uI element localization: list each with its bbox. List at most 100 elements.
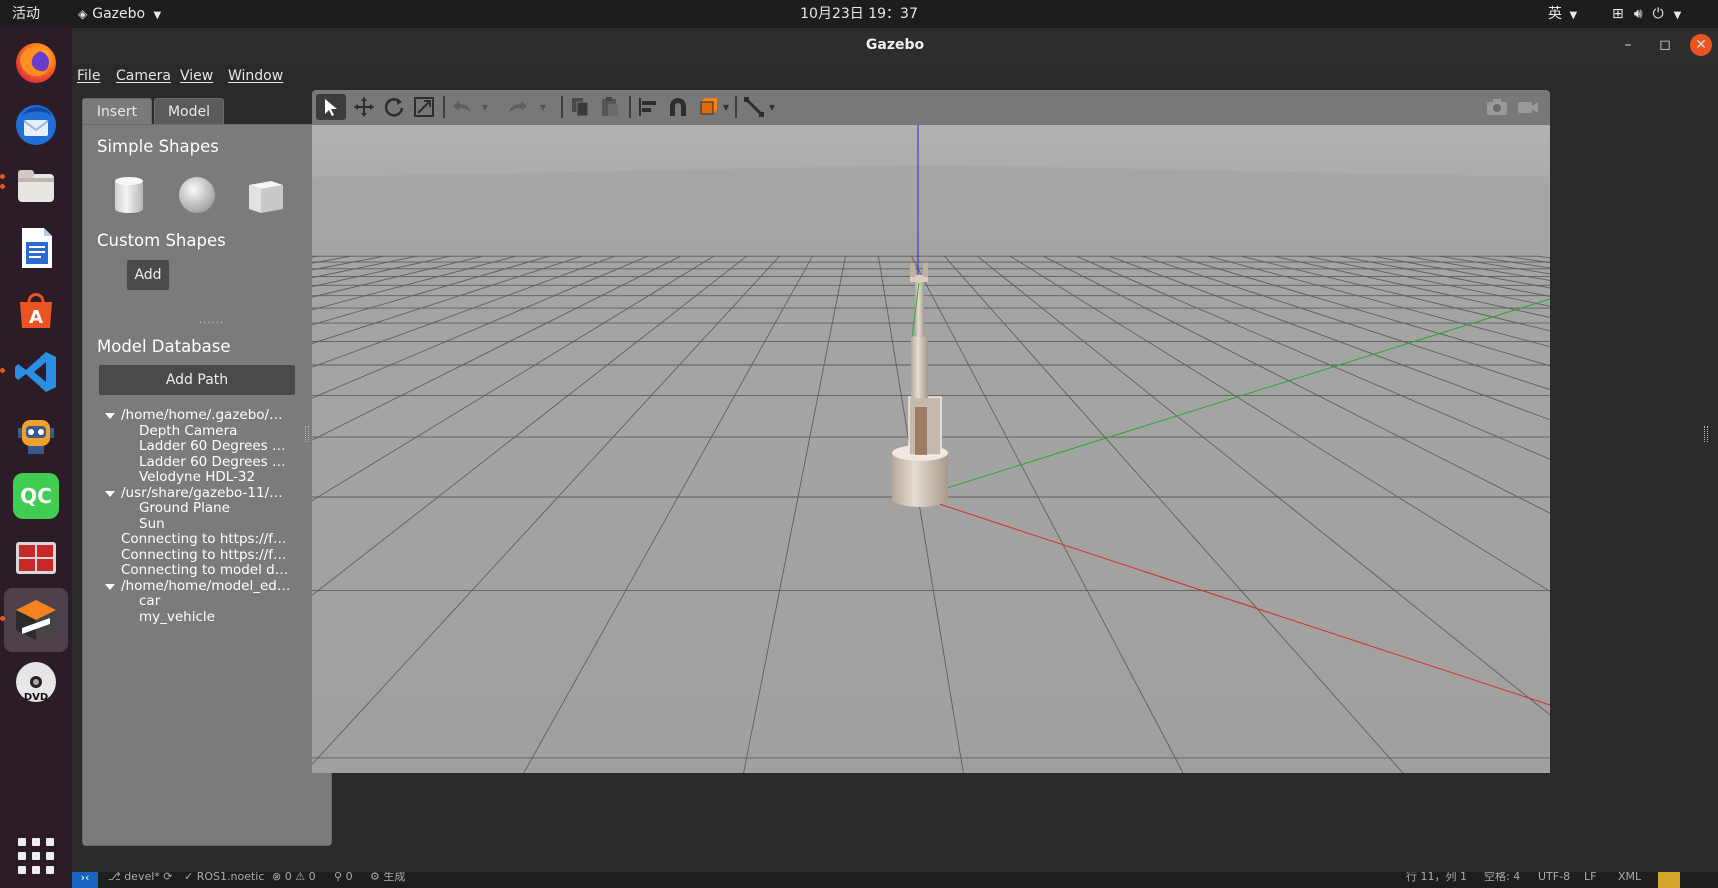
dock-qt-creator[interactable]: QC — [4, 464, 68, 528]
robot-base-cylinder — [892, 453, 948, 507]
clock[interactable]: 10月23日 19：37 — [800, 6, 918, 22]
tab-insert[interactable]: Insert — [82, 98, 152, 126]
grid-dot-icon — [32, 838, 40, 846]
expand-arrow-icon[interactable] — [105, 491, 115, 497]
add-path-button[interactable]: Add Path — [99, 365, 295, 395]
undo-button[interactable] — [448, 94, 476, 120]
grid-dot-icon — [18, 838, 26, 846]
toolbar-separator — [561, 96, 563, 118]
cursor-position[interactable]: 行 11，列 1 — [1406, 872, 1467, 882]
add-custom-shape-button[interactable]: Add — [127, 260, 169, 290]
app-menu[interactable]: ◈ Gazebo ▼ — [78, 0, 161, 28]
menu-camera[interactable]: Camera — [116, 63, 171, 90]
align-icon — [639, 98, 656, 116]
undo-dropdown[interactable]: ▼ — [478, 94, 492, 120]
tab-model[interactable]: Model — [154, 98, 224, 126]
scale-mode-button[interactable] — [410, 94, 438, 120]
panel-splitter[interactable]: ...... — [199, 315, 224, 326]
tree-item[interactable]: Ground Plane — [139, 500, 291, 517]
tree-item[interactable]: my_vehicle — [139, 609, 291, 626]
robot-gripper-right — [923, 263, 928, 277]
copy-button[interactable] — [566, 94, 594, 120]
system-tray[interactable]: ⊞🔊︎⏻▼ — [1612, 0, 1681, 28]
tree-item[interactable]: Ladder 60 Degrees 0 Rails — [139, 438, 291, 455]
scene-canvas[interactable] — [312, 125, 1550, 773]
app-center-icon: A — [20, 293, 52, 328]
grid-dot-icon — [32, 866, 40, 874]
render-viewport[interactable] — [312, 125, 1550, 773]
encoding[interactable]: UTF-8 — [1538, 872, 1570, 882]
shape-cylinder[interactable] — [109, 175, 149, 215]
rotate-mode-button[interactable] — [380, 94, 408, 120]
dock-files[interactable] — [4, 154, 68, 218]
align-button[interactable] — [634, 94, 662, 120]
dock-terminal-app[interactable] — [4, 526, 68, 590]
chevron-down-icon: ▼ — [1569, 10, 1578, 21]
terminal-app-icon — [16, 542, 56, 574]
right-splitter-handle[interactable] — [1704, 426, 1708, 442]
show-applications-button[interactable] — [16, 836, 56, 876]
indentation[interactable]: 空格: 4 — [1484, 872, 1520, 882]
dock-app-center[interactable]: A — [4, 278, 68, 342]
view-angle-dropdown[interactable]: ▼ — [720, 94, 732, 120]
tree-item[interactable]: car — [139, 593, 291, 610]
maximize-button[interactable]: ◻ — [1654, 34, 1676, 56]
window-titlebar[interactable]: Gazebo – ◻ ✕ — [72, 28, 1718, 63]
snap-button[interactable] — [664, 94, 692, 120]
minimize-button[interactable]: – — [1617, 34, 1639, 56]
tree-folder[interactable]: /home/home/.gazebo/models — [121, 407, 291, 424]
ros-status[interactable]: ✓ ROS1.noetic — [184, 872, 264, 882]
dock-firefox[interactable] — [4, 30, 68, 94]
dock-gazebo[interactable] — [4, 588, 68, 652]
left-panel: Insert Model Simple Shapes Custom Shapes… — [82, 98, 332, 846]
shape-box[interactable] — [245, 175, 285, 215]
dock-dvd[interactable]: DVD — [4, 650, 68, 714]
expand-arrow-icon[interactable] — [105, 413, 115, 419]
ruler-icon — [744, 97, 764, 117]
activities-button[interactable]: 活动 — [12, 0, 40, 28]
line-ending[interactable]: LF — [1584, 872, 1596, 882]
shape-sphere[interactable] — [177, 175, 217, 215]
measure-button[interactable] — [740, 94, 768, 120]
copy-icon — [572, 98, 589, 117]
redo-button[interactable] — [504, 94, 532, 120]
sphere-icon — [179, 177, 215, 213]
record-video-button[interactable] — [1513, 94, 1543, 120]
select-mode-button[interactable] — [316, 94, 346, 120]
dock-thunderbird[interactable] — [4, 92, 68, 156]
gazebo-small-icon: ◈ — [78, 7, 88, 21]
language-mode[interactable]: XML — [1618, 872, 1641, 882]
paste-button[interactable] — [596, 94, 624, 120]
tree-item[interactable]: Velodyne HDL-32 — [139, 469, 291, 486]
left-splitter-handle[interactable] — [305, 426, 309, 442]
screenshot-button[interactable] — [1483, 94, 1511, 120]
view-angle-button[interactable] — [694, 94, 722, 120]
menu-window[interactable]: Window — [228, 63, 283, 90]
insert-panel: Simple Shapes Custom Shapes Add ...... M… — [82, 124, 332, 846]
close-button[interactable]: ✕ — [1690, 34, 1712, 56]
robot-gripper-left — [910, 263, 915, 277]
problems-count[interactable]: ⊗ 0 ⚠ 0 — [272, 872, 316, 882]
redo-dropdown[interactable]: ▼ — [536, 94, 550, 120]
measure-dropdown[interactable]: ▼ — [766, 94, 778, 120]
view-angle-icon — [700, 98, 717, 115]
notification-badge[interactable] — [1658, 872, 1680, 888]
dock-writer[interactable] — [4, 216, 68, 280]
dock-ros-robot[interactable] — [4, 402, 68, 466]
build-button[interactable]: ⚙ 生成 — [370, 872, 405, 882]
remote-icon[interactable]: ›‹ — [72, 872, 98, 888]
menu-bar: File Camera View Window — [72, 63, 1718, 90]
expand-arrow-icon[interactable] — [105, 584, 115, 590]
menu-file[interactable]: File — [77, 63, 100, 90]
dock-vscode[interactable] — [4, 340, 68, 404]
thunderbird-icon — [16, 105, 56, 145]
vscode-status-bar: ›‹ ⎇ devel* ⟳ ✓ ROS1.noetic ⊗ 0 ⚠ 0 ⚲ 0 … — [72, 872, 1718, 888]
menu-view[interactable]: View — [180, 63, 213, 90]
translate-mode-button[interactable] — [350, 94, 378, 120]
move-icon — [354, 97, 374, 117]
ports-count[interactable]: ⚲ 0 — [334, 872, 353, 882]
input-method-label: 英 — [1548, 6, 1562, 22]
input-method-menu[interactable]: 英 ▼ — [1548, 0, 1577, 28]
git-branch[interactable]: ⎇ devel* ⟳ — [108, 872, 173, 882]
paste-icon — [602, 97, 618, 116]
